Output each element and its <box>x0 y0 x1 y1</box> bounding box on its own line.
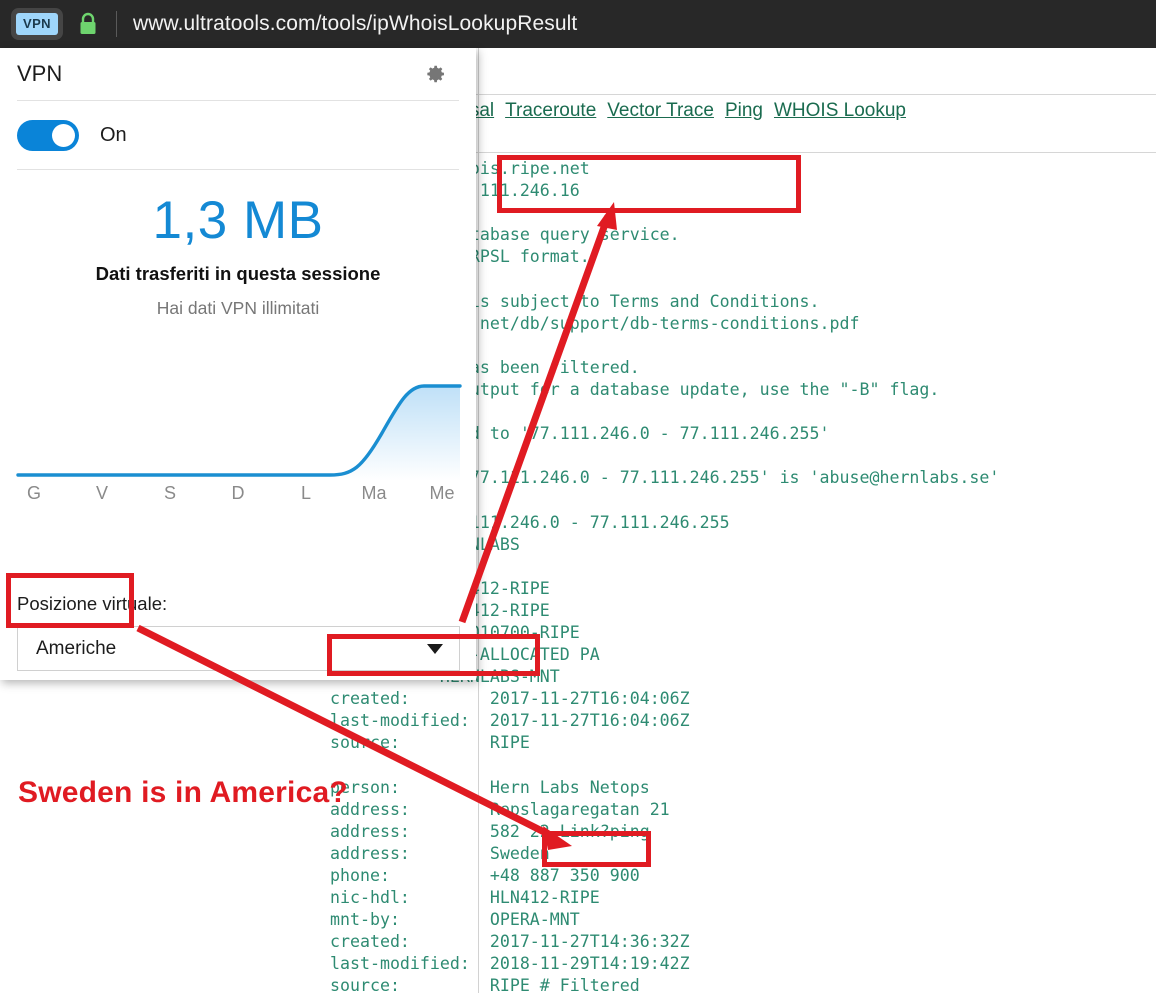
chart-tick-d: D <box>231 483 245 503</box>
vpn-data-note: Hai dati VPN illimitati <box>156 298 320 318</box>
vpn-usage-block: 1,3 MB Dati trasferiti in questa session… <box>0 170 476 319</box>
chart-tick-ma: Ma <box>361 483 387 503</box>
chart-tick-v: V <box>95 483 108 503</box>
virtual-location-select[interactable]: Americhe <box>17 626 460 671</box>
virtual-location-value: Americhe <box>36 637 117 659</box>
vpn-status-chip[interactable]: VPN <box>16 13 58 35</box>
vpn-toggle-row: On <box>0 101 476 169</box>
tool-link-vector-trace[interactable]: Vector Trace <box>607 100 714 121</box>
url-text[interactable]: www.ultratools.com/tools/ipWhoisLookupRe… <box>133 12 577 36</box>
chart-tick-l: L <box>300 483 311 503</box>
screenshot-root: VPN www.ultratools.com/tools/ipWhoisLook… <box>0 0 1156 993</box>
vpn-panel-header: VPN <box>0 48 476 100</box>
address-bar-separator <box>115 11 117 37</box>
tool-link-ping[interactable]: Ping <box>725 100 763 121</box>
tool-link-traceroute[interactable]: Traceroute <box>505 100 596 121</box>
vpn-data-amount: 1,3 MB <box>152 191 324 250</box>
vpn-toggle-switch[interactable] <box>17 119 79 151</box>
chart-tick-me: Me <box>429 483 455 503</box>
tool-link-whois-lookup[interactable]: WHOIS Lookup <box>774 100 906 121</box>
vpn-panel-title: VPN <box>17 61 63 86</box>
vpn-flyout-panel: VPN On 1,3 MB Dati trasferiti in questa … <box>0 48 476 680</box>
vpn-chart-axis: G V S D L Ma Me <box>0 483 476 504</box>
virtual-location-label: Posizione virtuale: <box>17 593 168 614</box>
vpn-toggle-label: On <box>100 123 127 146</box>
vpn-toggle-knob <box>52 123 75 147</box>
vpn-data-caption: Dati trasferiti in questa sessione <box>95 263 381 284</box>
chevron-down-icon <box>427 643 443 654</box>
browser-address-bar: VPN www.ultratools.com/tools/ipWhoisLook… <box>0 0 1156 48</box>
chart-tick-g: G <box>26 483 41 503</box>
chart-tick-s: S <box>163 483 176 503</box>
gear-icon[interactable] <box>422 61 448 87</box>
lock-icon <box>78 12 98 36</box>
